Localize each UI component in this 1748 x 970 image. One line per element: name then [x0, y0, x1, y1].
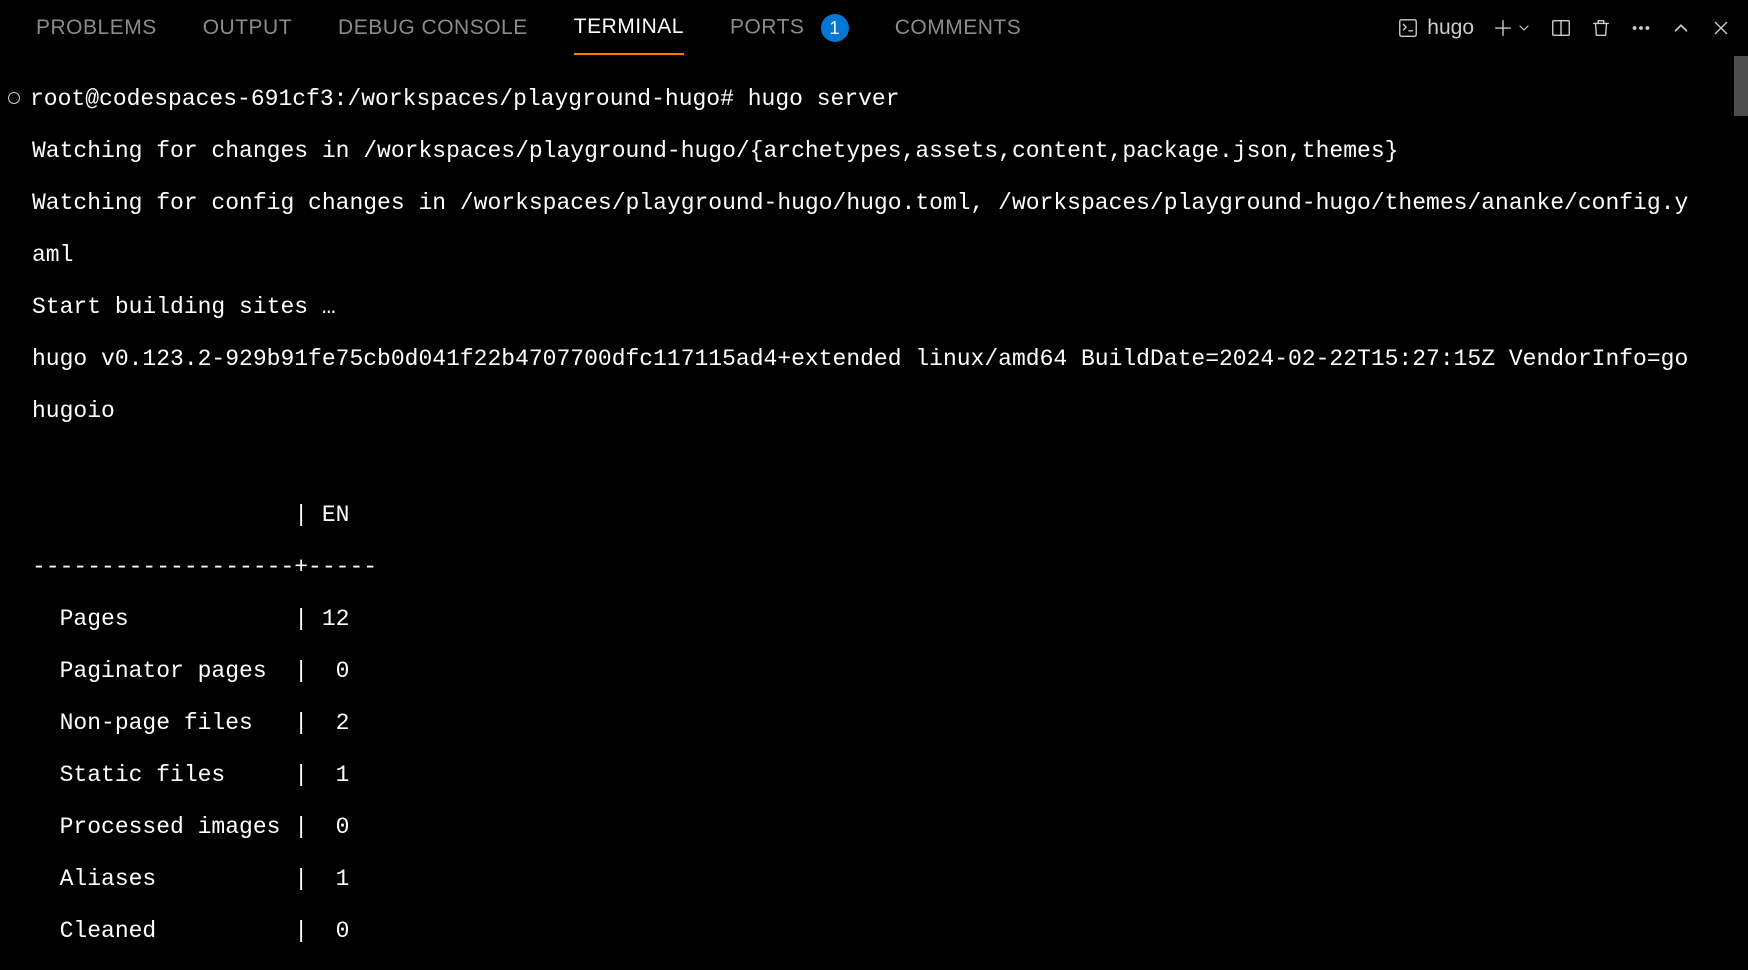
close-icon [1710, 17, 1732, 39]
tab-ports-label: PORTS [730, 16, 804, 39]
split-icon [1550, 17, 1572, 39]
ellipsis-icon [1630, 17, 1652, 39]
tab-problems[interactable]: PROBLEMS [36, 16, 157, 54]
plus-icon [1492, 17, 1514, 39]
split-terminal-button[interactable] [1550, 17, 1572, 39]
tab-comments[interactable]: COMMENTS [895, 16, 1022, 54]
terminal-line: hugo v0.123.2-929b91fe75cb0d041f22b47077… [8, 346, 1748, 372]
new-terminal-button[interactable] [1492, 17, 1514, 39]
stats-row-static: Static files | 1 [8, 762, 1748, 788]
terminal-line: Watching for config changes in /workspac… [8, 190, 1748, 216]
terminal-prompt-line: root@codespaces-691cf3:/workspaces/playg… [30, 86, 900, 112]
stats-row-paginator: Paginator pages | 0 [8, 658, 1748, 684]
stats-table-separator: -------------------+----- [8, 554, 1748, 580]
terminal-shell-selector[interactable]: hugo [1397, 16, 1474, 40]
stats-row-aliases: Aliases | 1 [8, 866, 1748, 892]
more-actions-button[interactable] [1630, 17, 1652, 39]
tab-debug-console[interactable]: DEBUG CONSOLE [338, 16, 528, 54]
terminal-line: hugoio [8, 398, 1748, 424]
terminal-line: Watching for changes in /workspaces/play… [8, 138, 1748, 164]
maximize-panel-button[interactable] [1670, 17, 1692, 39]
stats-row-pages: Pages | 12 [8, 606, 1748, 632]
stats-row-processed: Processed images | 0 [8, 814, 1748, 840]
terminal-scrollbar[interactable] [1734, 56, 1748, 116]
chevron-up-icon [1670, 17, 1692, 39]
shell-name: hugo [1427, 16, 1474, 40]
terminal-actions: hugo [1397, 16, 1732, 40]
stats-table-header: | EN [8, 502, 1748, 528]
terminal-line: aml [8, 242, 1748, 268]
ports-badge: 1 [821, 14, 849, 42]
terminal-output[interactable]: root@codespaces-691cf3:/workspaces/playg… [0, 56, 1748, 970]
close-panel-button[interactable] [1710, 17, 1732, 39]
stats-row-nonpage: Non-page files | 2 [8, 710, 1748, 736]
trash-icon [1590, 17, 1612, 39]
tab-output[interactable]: OUTPUT [203, 16, 292, 54]
stats-row-cleaned: Cleaned | 0 [8, 918, 1748, 944]
tab-ports[interactable]: PORTS 1 [730, 14, 849, 56]
new-terminal-dropdown[interactable] [1516, 20, 1532, 36]
shell-icon [1397, 17, 1419, 39]
tab-terminal[interactable]: TERMINAL [574, 15, 684, 55]
panel-header: PROBLEMS OUTPUT DEBUG CONSOLE TERMINAL P… [0, 0, 1748, 56]
chevron-down-icon [1516, 20, 1532, 36]
terminal-line: Start building sites … [8, 294, 1748, 320]
panel-tabs: PROBLEMS OUTPUT DEBUG CONSOLE TERMINAL P… [36, 0, 1021, 56]
kill-terminal-button[interactable] [1590, 17, 1612, 39]
command-marker-icon [8, 92, 20, 104]
